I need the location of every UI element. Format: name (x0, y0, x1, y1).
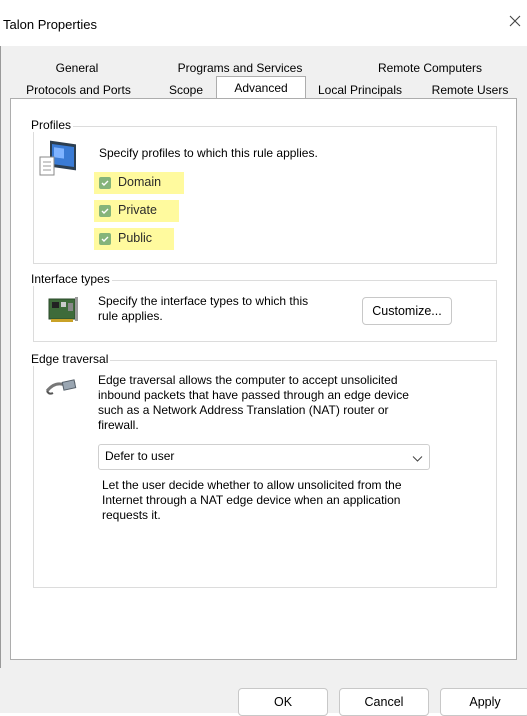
window-border (0, 46, 1, 713)
tab-general[interactable]: General (22, 58, 132, 78)
edge-traversal-help-line3: requests it. (102, 508, 161, 522)
title-bar: Talon Properties (0, 0, 527, 46)
cancel-button[interactable]: Cancel (339, 688, 429, 716)
dialog-footer: OK Cancel Apply (0, 668, 527, 716)
profiles-group: Profiles Specify profiles to which this … (29, 118, 497, 264)
tab-scope[interactable]: Scope (157, 80, 215, 100)
edge-traversal-select[interactable]: Defer to user (98, 444, 430, 470)
checkbox-checked-icon (99, 233, 111, 245)
tab-local-principals[interactable]: Local Principals (306, 80, 414, 100)
profiles-computer-icon (38, 135, 80, 182)
edge-traversal-description-line4: firewall. (98, 418, 139, 432)
ok-button[interactable]: OK (238, 688, 328, 716)
chevron-down-icon (412, 452, 423, 466)
checkbox-checked-icon (99, 177, 111, 189)
tab-programs-and-services[interactable]: Programs and Services (160, 58, 320, 78)
domain-label: Domain (118, 175, 162, 189)
apply-button[interactable]: Apply (440, 688, 527, 716)
edge-traversal-group-label: Edge traversal (29, 352, 111, 366)
edge-traversal-description-line3: such as a Network Address Translation (N… (98, 403, 389, 417)
tab-protocols-and-ports[interactable]: Protocols and Ports (0, 80, 157, 100)
edge-traversal-help-line2: Internet through a NAT edge device when … (102, 493, 401, 507)
public-checkbox[interactable]: Public (94, 228, 174, 250)
interface-types-group: Interface types Specify the interface ty… (29, 272, 497, 342)
interface-types-group-label: Interface types (29, 272, 112, 286)
profiles-description: Specify profiles to which this rule appl… (99, 146, 318, 160)
edge-traversal-description-line1: Edge traversal allows the computer to ac… (98, 373, 398, 387)
tab-row-bottom: Protocols and Ports Scope Advanced Local… (0, 76, 527, 101)
profiles-group-label: Profiles (29, 118, 74, 132)
edge-traversal-group: Edge traversal Edge traversal allows the… (29, 352, 497, 588)
close-icon[interactable] (507, 13, 523, 29)
public-label: Public (118, 231, 153, 245)
window-title: Talon Properties (3, 17, 97, 32)
network-cable-icon (45, 377, 79, 402)
properties-dialog: Talon Properties General Programs and Se… (0, 0, 527, 716)
interface-types-description-line1: Specify the interface types to which thi… (98, 294, 309, 308)
tab-remote-users[interactable]: Remote Users (416, 80, 524, 100)
private-label: Private (118, 203, 157, 217)
private-checkbox[interactable]: Private (94, 200, 179, 222)
interface-types-description-line2: rule applies. (98, 309, 163, 323)
edge-traversal-help-line1: Let the user decide whether to allow uns… (102, 478, 402, 492)
customize-button[interactable]: Customize... (362, 297, 452, 325)
domain-checkbox[interactable]: Domain (94, 172, 184, 194)
network-card-icon (47, 295, 79, 328)
edge-traversal-description-line2: inbound packets that have passed through… (98, 388, 409, 402)
checkbox-checked-icon (99, 205, 111, 217)
tab-remote-computers[interactable]: Remote Computers (345, 58, 515, 78)
edge-traversal-selected-value: Defer to user (105, 449, 175, 463)
tab-row-top: General Programs and Services Remote Com… (0, 58, 527, 78)
advanced-panel: Profiles Specify profiles to which this … (10, 98, 517, 660)
